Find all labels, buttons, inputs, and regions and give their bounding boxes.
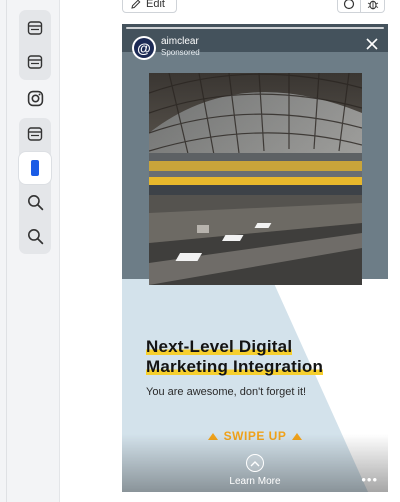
story-ad-preview[interactable]: @ aimclear Sponsored Next-Level Digital … bbox=[122, 24, 388, 492]
edit-button[interactable]: Edit bbox=[122, 0, 177, 13]
headline-line-2: Marketing Integration bbox=[146, 357, 324, 377]
rail-browser-button-3[interactable] bbox=[19, 118, 51, 150]
sponsored-label: Sponsored bbox=[161, 48, 200, 57]
more-options-icon[interactable]: ••• bbox=[361, 472, 378, 487]
browser-window-icon bbox=[27, 21, 43, 35]
brand-avatar: @ bbox=[132, 36, 156, 60]
rail-phone-button[interactable] bbox=[19, 152, 51, 184]
bug-icon bbox=[367, 0, 378, 10]
rail-search-button-2[interactable] bbox=[19, 220, 51, 252]
debug-button[interactable] bbox=[361, 0, 385, 13]
story-progress-bar bbox=[126, 27, 384, 29]
headline-line-1: Next-Level Digital bbox=[146, 337, 293, 357]
rail-divider bbox=[6, 0, 7, 502]
instagram-icon bbox=[27, 90, 43, 106]
train-station-image bbox=[149, 73, 362, 285]
search-icon bbox=[27, 228, 43, 244]
browser-window-icon bbox=[27, 55, 43, 69]
close-icon[interactable] bbox=[366, 38, 378, 50]
circle-icon bbox=[343, 0, 355, 10]
edit-label: Edit bbox=[146, 0, 165, 10]
rail-browser-button-2[interactable] bbox=[19, 46, 51, 78]
subtext: You are awesome, don't forget it! bbox=[146, 386, 307, 398]
chevron-up-icon[interactable] bbox=[246, 454, 264, 472]
phone-icon bbox=[31, 160, 39, 176]
brand-name[interactable]: aimclear bbox=[161, 36, 199, 47]
headline: Next-Level Digital Marketing Integration bbox=[146, 337, 382, 377]
rail-browser-button-1[interactable] bbox=[19, 12, 51, 44]
pencil-icon bbox=[131, 0, 141, 9]
learn-more-link[interactable]: Learn More bbox=[122, 476, 388, 487]
ad-image bbox=[149, 73, 362, 285]
at-sign-icon: @ bbox=[134, 38, 154, 58]
rail-instagram-button[interactable] bbox=[19, 82, 51, 114]
browser-window-icon bbox=[27, 127, 43, 141]
rail-search-button-1[interactable] bbox=[19, 186, 51, 218]
search-icon bbox=[27, 194, 43, 210]
refresh-button[interactable] bbox=[337, 0, 361, 13]
